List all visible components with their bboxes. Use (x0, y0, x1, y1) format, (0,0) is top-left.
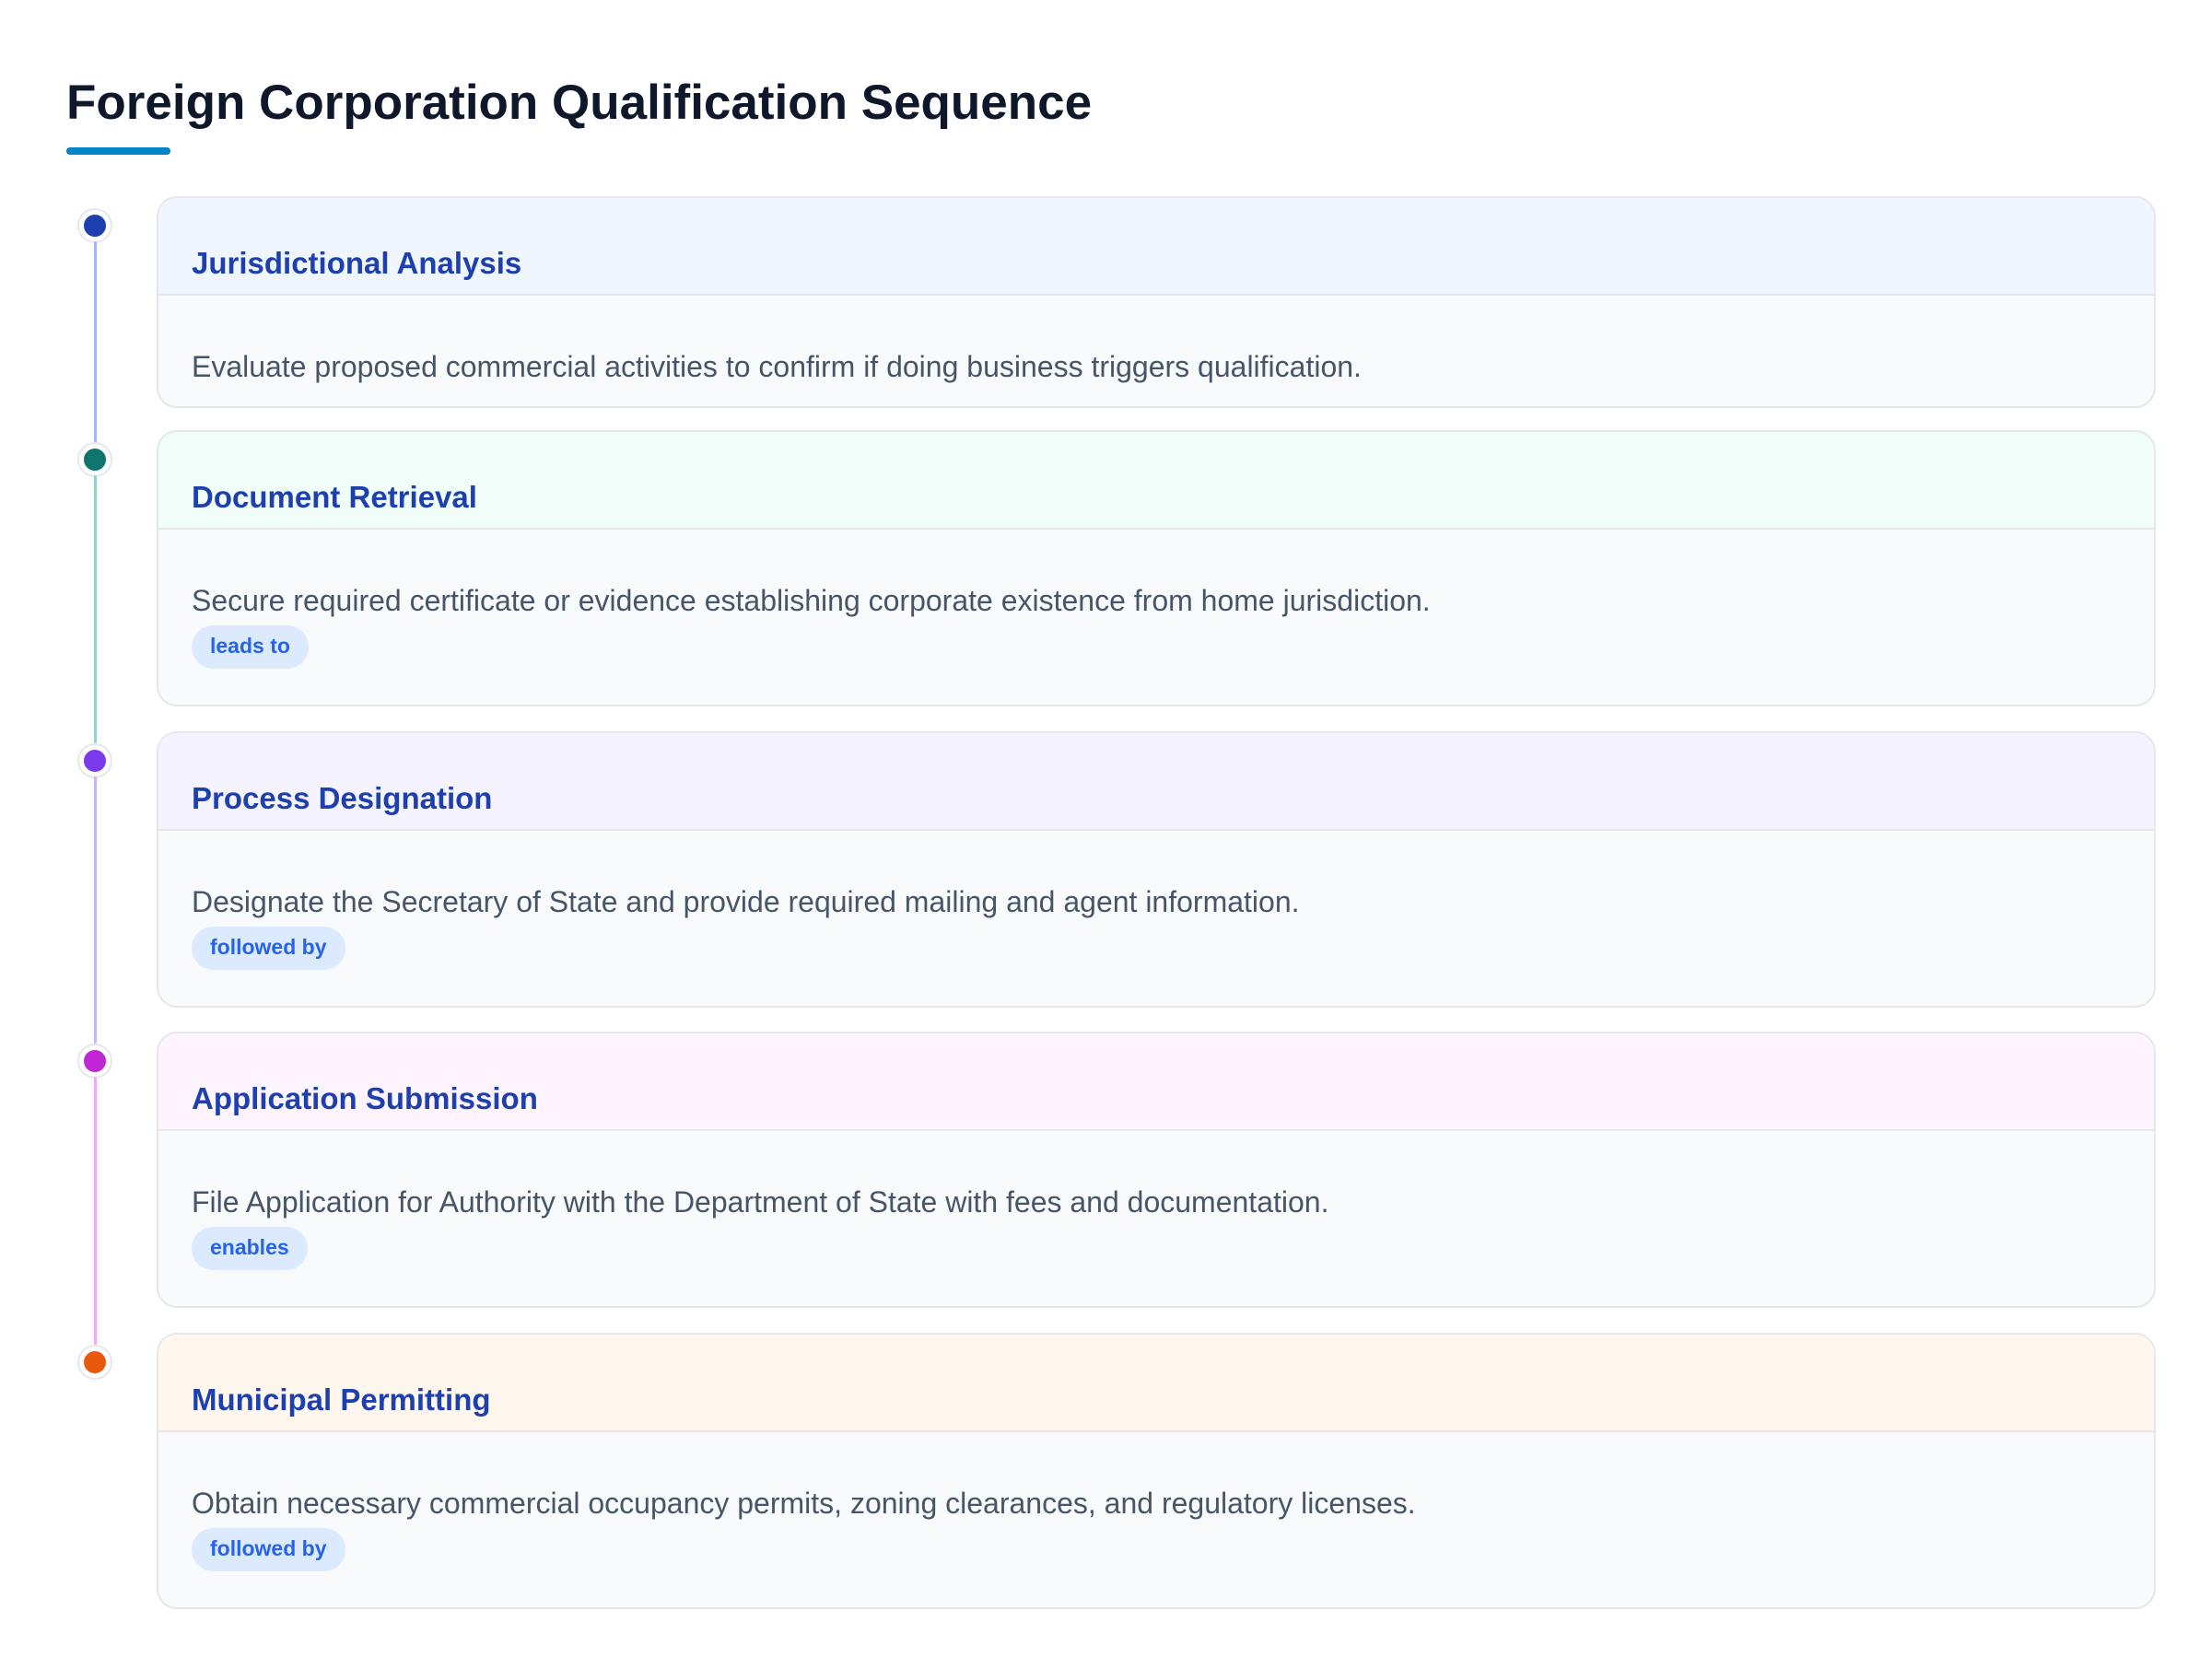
step-connector-line (94, 241, 97, 442)
step-card-header: Application Submission (158, 1033, 2154, 1131)
step-title: Process Designation (192, 781, 493, 815)
step-description: Secure required certificate or evidence … (192, 584, 1431, 617)
step-card: Process Designation Designate the Secret… (157, 731, 2156, 1008)
step-card-body: Evaluate proposed commercial activities … (158, 296, 2154, 384)
step-card: Jurisdictional Analysis Evaluate propose… (157, 196, 2156, 408)
step-description: Designate the Secretary of State and pro… (192, 885, 1300, 918)
step-relation-badge: followed by (192, 927, 345, 970)
step-card-body: File Application for Authority with the … (158, 1131, 2154, 1270)
step-card-header: Process Designation (158, 733, 2154, 831)
step-relation-badge: enables (192, 1227, 308, 1270)
step-description: File Application for Authority with the … (192, 1185, 1329, 1219)
step-dot (79, 444, 111, 475)
step-dot (79, 210, 111, 241)
step-dot (79, 1347, 111, 1378)
step-card-header: Municipal Permitting (158, 1335, 2154, 1432)
step-card: Application Submission File Application … (157, 1032, 2156, 1308)
step-dot (79, 745, 111, 776)
step-title: Application Submission (192, 1081, 538, 1115)
step-title: Municipal Permitting (192, 1382, 491, 1417)
step-dot (79, 1045, 111, 1077)
step-title: Jurisdictional Analysis (192, 246, 522, 280)
step-relation-badge: leads to (192, 625, 309, 669)
step-card-header: Document Retrieval (158, 432, 2154, 530)
step-description: Evaluate proposed commercial activities … (192, 350, 1362, 383)
step-card-header: Jurisdictional Analysis (158, 198, 2154, 296)
step-relation-badge: followed by (192, 1528, 345, 1571)
step-connector-line (94, 475, 97, 743)
step-title: Document Retrieval (192, 480, 477, 514)
step-description: Obtain necessary commercial occupancy pe… (192, 1487, 1416, 1520)
step-card-body: Obtain necessary commercial occupancy pe… (158, 1432, 2154, 1571)
title-underline (66, 147, 170, 155)
step-connector-line (94, 1077, 97, 1345)
step-card: Municipal Permitting Obtain necessary co… (157, 1333, 2156, 1609)
step-connector-line (94, 776, 97, 1044)
step-card: Document Retrieval Secure required certi… (157, 430, 2156, 706)
step-card-body: Secure required certificate or evidence … (158, 530, 2154, 669)
step-card-body: Designate the Secretary of State and pro… (158, 831, 2154, 970)
page-title: Foreign Corporation Qualification Sequen… (66, 76, 1093, 130)
